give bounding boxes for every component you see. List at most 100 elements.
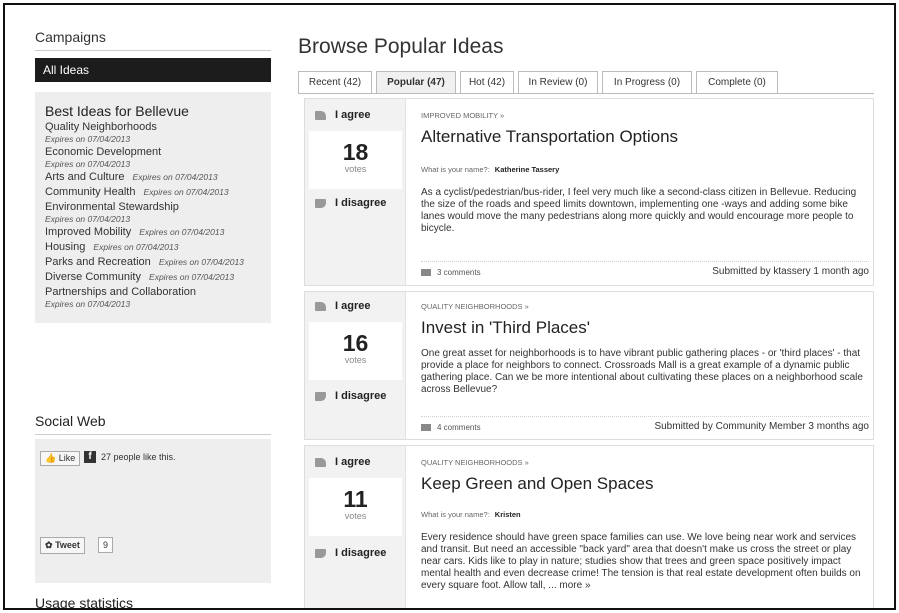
- campaign-label[interactable]: Economic Development: [45, 146, 161, 158]
- twitter-bird-icon: ✿: [45, 540, 53, 550]
- agree-button[interactable]: I agree: [315, 109, 370, 121]
- disagree-label: I disagree: [335, 390, 387, 402]
- campaign-label[interactable]: Housing: [45, 241, 85, 253]
- all-ideas-link[interactable]: All Ideas: [35, 58, 271, 82]
- campaign-label[interactable]: Partnerships and Collaboration: [45, 286, 196, 298]
- agree-label: I agree: [335, 456, 371, 468]
- campaign-expiry: Expires on 07/04/2013: [45, 299, 131, 309]
- vote-panel: I agree 16 votes I disagree: [305, 292, 406, 439]
- author-label: What is your name?:: [421, 510, 490, 519]
- tab-complete[interactable]: Complete (0): [696, 71, 778, 93]
- author-name: Katherine Tassery: [494, 165, 560, 174]
- usage-statistics-heading: Usage statistics: [35, 595, 134, 610]
- comment-icon: [421, 269, 431, 277]
- disagree-button[interactable]: I disagree: [315, 547, 386, 559]
- tweet-button[interactable]: ✿ Tweet: [40, 537, 85, 554]
- tab-popular[interactable]: Popular (47): [376, 71, 456, 93]
- campaign-group-title[interactable]: Best Ideas for Bellevue: [45, 103, 263, 119]
- campaign-item-housing[interactable]: Housing Expires on 07/04/2013: [45, 241, 263, 254]
- idea-category[interactable]: QUALITY NEIGHBORHOODS »: [421, 302, 529, 311]
- votes-label: votes: [344, 164, 367, 174]
- campaign-item-quality-neighborhoods[interactable]: Quality Neighborhoods Expires on 07/04/2…: [45, 121, 263, 144]
- comment-icon: [421, 424, 431, 432]
- page-title: Browse Popular Ideas: [298, 35, 504, 58]
- agree-button[interactable]: I agree: [315, 300, 370, 312]
- campaign-expiry: Expires on 07/04/2013: [139, 227, 225, 237]
- facebook-icon: f: [84, 451, 96, 463]
- social-widgets: 👍 Like f 27 people like this. ✿ Tweet 9: [35, 439, 271, 583]
- campaign-label[interactable]: Improved Mobility: [45, 226, 131, 238]
- campaign-expiry: Expires on 07/04/2013: [93, 242, 179, 252]
- facebook-like-label: Like: [58, 453, 76, 463]
- thumbs-down-icon: [315, 548, 326, 558]
- votes-number: 18: [342, 139, 369, 165]
- disagree-label: I disagree: [335, 547, 387, 559]
- votes-number: 16: [342, 330, 369, 356]
- page-frame: Campaigns All Ideas Best Ideas for Belle…: [3, 3, 896, 610]
- thumbs-down-icon: [315, 198, 326, 208]
- agree-button[interactable]: I agree: [315, 456, 370, 468]
- campaign-expiry: Expires on 07/04/2013: [45, 134, 131, 144]
- campaign-item-economic-development[interactable]: Economic Development Expires on 07/04/20…: [45, 146, 263, 169]
- votes-number: 11: [343, 486, 368, 512]
- campaign-expiry: Expires on 07/04/2013: [45, 214, 131, 224]
- idea-card: I agree 16 votes I disagree QUALITY NEIG…: [304, 291, 874, 440]
- tab-recent[interactable]: Recent (42): [298, 71, 372, 93]
- tab-in-review[interactable]: In Review (0): [518, 71, 598, 93]
- campaign-label[interactable]: Environmental Stewardship: [45, 201, 179, 213]
- idea-description: One great asset for neighborhoods is to …: [421, 348, 863, 395]
- campaign-list: Best Ideas for Bellevue Quality Neighbor…: [35, 92, 271, 323]
- campaign-item-environmental-stewardship[interactable]: Environmental Stewardship Expires on 07/…: [45, 201, 263, 224]
- campaign-expiry: Expires on 07/04/2013: [158, 257, 244, 267]
- campaigns-heading: Campaigns: [35, 29, 271, 51]
- facebook-like-count: 27 people like this.: [101, 452, 176, 462]
- vote-panel: I agree 18 votes I disagree: [305, 99, 406, 285]
- idea-category[interactable]: IMPROVED MOBILITY »: [421, 111, 504, 120]
- disagree-button[interactable]: I disagree: [315, 390, 386, 402]
- agree-label: I agree: [335, 300, 371, 312]
- idea-footer: 3 comments Submitted by ktassery 1 month…: [421, 261, 869, 283]
- campaign-item-parks-and-recreation[interactable]: Parks and Recreation Expires on 07/04/20…: [45, 256, 263, 269]
- comments-link[interactable]: 3 comments: [421, 268, 481, 277]
- idea-author: What is your name?: Kristen: [421, 510, 521, 519]
- idea-footer: 4 comments Submitted by Community Member…: [421, 416, 869, 438]
- campaign-label[interactable]: Parks and Recreation: [45, 256, 151, 268]
- campaign-item-partnerships-and-collaboration[interactable]: Partnerships and Collaboration Expires o…: [45, 286, 263, 309]
- vote-count: 11 votes: [309, 478, 402, 536]
- facebook-like-button[interactable]: 👍 Like: [40, 451, 81, 466]
- submitted-by: Submitted by ktassery 1 month ago: [712, 266, 869, 277]
- more-link[interactable]: more »: [559, 580, 590, 591]
- campaign-label[interactable]: Community Health: [45, 186, 135, 198]
- disagree-label: I disagree: [335, 197, 387, 209]
- idea-title[interactable]: Keep Green and Open Spaces: [421, 474, 654, 494]
- description-text: Every residence should have green space …: [421, 532, 861, 591]
- idea-title[interactable]: Alternative Transportation Options: [421, 127, 678, 147]
- idea-title[interactable]: Invest in 'Third Places': [421, 318, 590, 338]
- comments-link[interactable]: 4 comments: [421, 423, 481, 432]
- tab-in-progress[interactable]: In Progress (0): [602, 71, 692, 93]
- campaign-label[interactable]: Diverse Community: [45, 271, 141, 283]
- campaign-expiry: Expires on 07/04/2013: [45, 159, 131, 169]
- vote-count: 16 votes: [309, 322, 402, 380]
- main-content: Browse Popular Ideas Recent (42) Popular…: [298, 35, 880, 608]
- vote-count: 18 votes: [309, 131, 402, 189]
- submitted-by: Submitted by Community Member 3 months a…: [654, 421, 869, 432]
- tweet-count: 9: [98, 537, 114, 553]
- campaign-expiry: Expires on 07/04/2013: [143, 187, 229, 197]
- idea-category[interactable]: QUALITY NEIGHBORHOODS »: [421, 458, 529, 467]
- campaign-item-community-health[interactable]: Community Health Expires on 07/04/2013: [45, 186, 263, 199]
- tab-hot[interactable]: Hot (42): [460, 71, 514, 93]
- thumbs-up-icon: 👍: [45, 453, 57, 463]
- campaign-item-diverse-community[interactable]: Diverse Community Expires on 07/04/2013: [45, 271, 263, 284]
- campaign-item-improved-mobility[interactable]: Improved Mobility Expires on 07/04/2013: [45, 226, 263, 239]
- campaign-label[interactable]: Arts and Culture: [45, 171, 124, 183]
- campaign-item-arts-and-culture[interactable]: Arts and Culture Expires on 07/04/2013: [45, 171, 263, 184]
- campaign-label[interactable]: Quality Neighborhoods: [45, 121, 157, 133]
- comments-count: 4 comments: [437, 423, 481, 432]
- campaign-expiry: Expires on 07/04/2013: [149, 272, 235, 282]
- thumbs-up-icon: [315, 301, 326, 311]
- sidebar: Campaigns All Ideas Best Ideas for Belle…: [35, 29, 271, 608]
- disagree-button[interactable]: I disagree: [315, 197, 386, 209]
- vote-panel: I agree 11 votes I disagree: [305, 446, 406, 608]
- idea-author: What is your name?: Katherine Tassery: [421, 165, 559, 174]
